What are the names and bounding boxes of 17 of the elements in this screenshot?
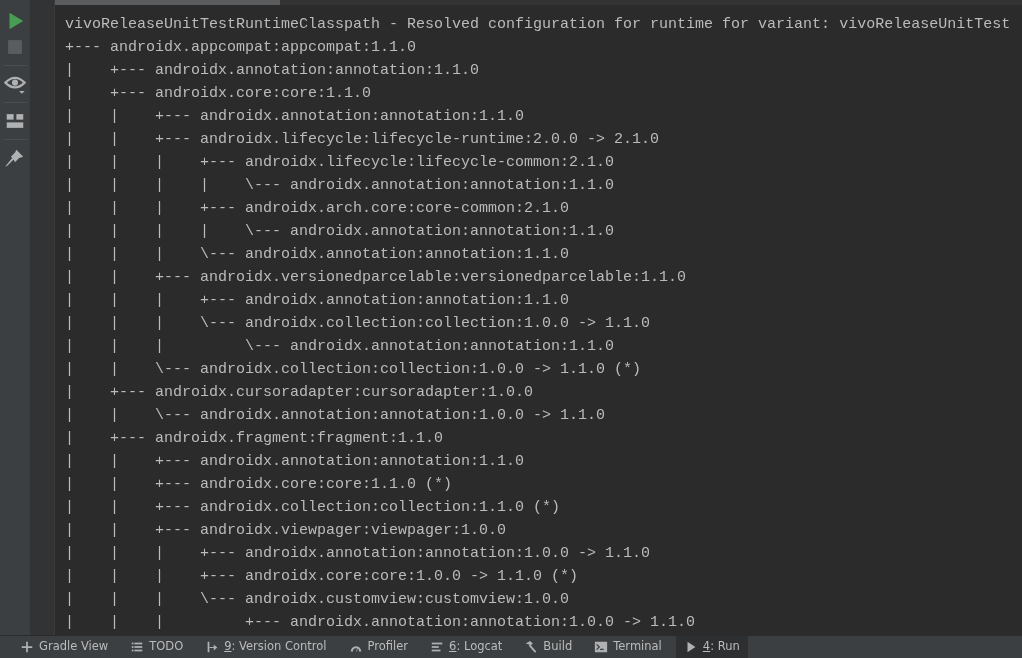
tool-window-button[interactable]: Profiler bbox=[340, 636, 417, 658]
tool-window-button[interactable]: TODO bbox=[122, 636, 192, 658]
scrollbar-thumb[interactable] bbox=[55, 0, 280, 5]
terminal-icon bbox=[594, 640, 609, 654]
tool-window-button[interactable]: 4: Run bbox=[675, 636, 748, 658]
branch-icon bbox=[205, 640, 220, 654]
tool-window-button[interactable]: Terminal bbox=[586, 636, 670, 658]
tool-window-button[interactable]: Gradle View bbox=[12, 636, 117, 658]
hammer-icon bbox=[524, 640, 539, 654]
tool-window-button[interactable]: 9: Version Control bbox=[197, 636, 335, 658]
list-icon bbox=[130, 640, 145, 654]
console-output: vivoReleaseUnitTestRuntimeClasspath - Resolved configuration for runtime for variant: vivoReleaseUnitTest +--- androidx.appcompat:appcompat:1.1.0 | +--- androidx.annotation:annotation:1.1.0 | +--- androidx.core:core:1.1.0 | | +--- androidx.annotation:annotation:1.1.0 | | +--- androidx.lifecycle:lifecycle-runtime:2.0.0 -> 2.1.0 | | | +--- androidx.lifecycle:lifecycle-common:2.1.0 | | | | \--- androidx.annotation:annotation:1.1.0 | | | +--- androidx.arch.core:core-common:2.1.0 | | | | \--- androidx.annotation:annotation:1.1.0 | | | \--- androidx.annotation:annotation:1.1.0 | | +--- androidx.versionedparcelable:versionedparcelable:1.1.0 | | | +--- androidx.annotation:annotation:1.1.0 | | | \--- androidx.collection:collection:1.0.0 -> 1.1.0 | | | \--- androidx.annotation:annotation:1.1.0 | | \--- androidx.collection:collection:1.0.0 -> 1.1.0 (*) | +--- androidx.cursoradapter:cursoradapter:1.0.0 | | \--- androidx.annotation:annotation:1.0.0 -> 1.1.0 | +--- androidx.fragment:fragment:1.1.0 | | +--- androidx.annotation:annotation:1.1.0 | | +--- androidx.core:core:1.1.0 (*) | | +--- androidx.collection:collection:1.1.0 (*) | | +--- androidx.viewpager:viewpager:1.0.0 | | | +--- androidx.annotation:annotation:1.0.0 -> 1.1.0 | | | +--- androidx.core:core:1.0.0 -> 1.1.0 (*) | | | \--- androidx.customview:customview:1.0.0 | | | +--- androidx.annotation:annotation:1.0.0 -> 1.1.0 bbox=[64, 15, 1012, 633]
tool-window-button[interactable]: Build bbox=[516, 636, 581, 658]
tool-window-button[interactable]: 6: Logcat bbox=[422, 636, 511, 658]
plus-icon bbox=[20, 640, 34, 654]
pin-icon[interactable] bbox=[4, 147, 26, 169]
lines-icon bbox=[430, 640, 445, 654]
